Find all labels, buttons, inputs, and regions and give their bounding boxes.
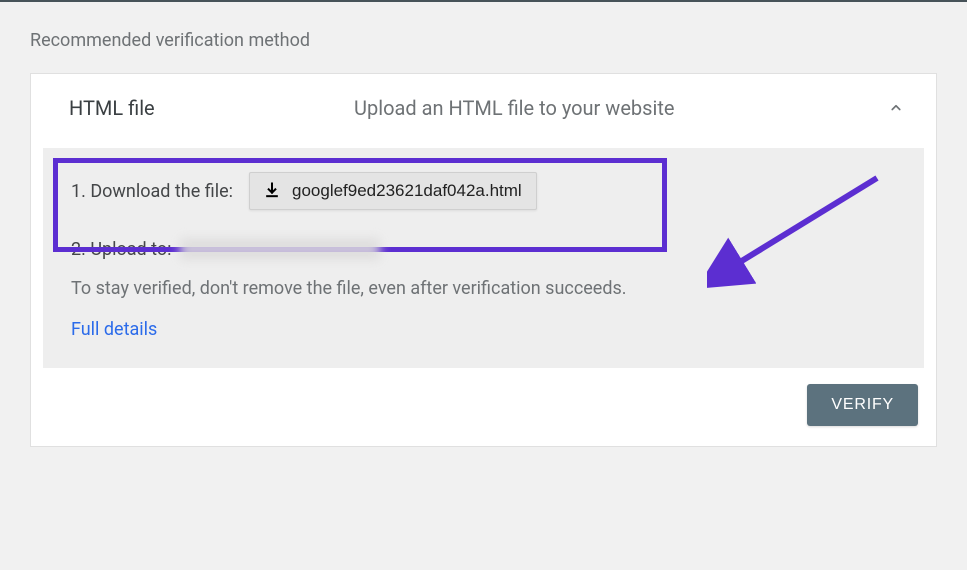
- verification-note: To stay verified, don't remove the file,…: [71, 278, 896, 299]
- step-1-label: 1. Download the file:: [71, 181, 233, 202]
- expanded-content: 1. Download the file: googlef9ed23621daf…: [43, 148, 924, 368]
- card-actions: VERIFY: [31, 368, 936, 446]
- verification-card: HTML file Upload an HTML file to your we…: [30, 73, 937, 447]
- card-subtitle: Upload an HTML file to your website: [354, 96, 884, 120]
- card-header[interactable]: HTML file Upload an HTML file to your we…: [31, 74, 936, 136]
- upload-destination-redacted: [180, 238, 380, 260]
- verify-button[interactable]: VERIFY: [807, 384, 918, 426]
- chevron-up-icon[interactable]: [884, 96, 908, 120]
- download-filename: googlef9ed23621daf042a.html: [292, 181, 522, 201]
- download-file-button[interactable]: googlef9ed23621daf042a.html: [249, 172, 537, 210]
- step-2-row: 2. Upload to:: [71, 238, 896, 260]
- step-2-label: 2. Upload to:: [71, 239, 172, 260]
- card-title: HTML file: [69, 96, 354, 120]
- page-heading: Recommended verification method: [30, 30, 937, 51]
- step-1-row: 1. Download the file: googlef9ed23621daf…: [71, 172, 896, 210]
- full-details-link[interactable]: Full details: [71, 319, 157, 340]
- download-icon: [262, 181, 282, 201]
